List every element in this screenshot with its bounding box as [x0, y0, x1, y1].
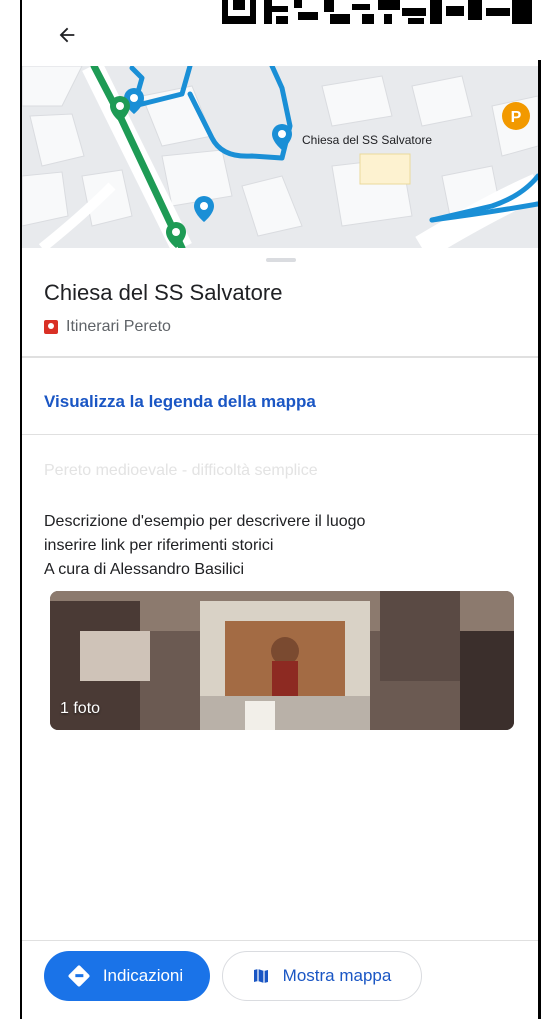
photo-thumbnail[interactable]: 1 foto	[50, 591, 514, 730]
map-source-label: Itinerari Pereto	[66, 318, 171, 335]
back-button[interactable]	[50, 18, 84, 52]
directions-label: Indicazioni	[102, 966, 184, 985]
divider	[22, 434, 538, 435]
directions-icon	[67, 964, 91, 988]
place-description: Descrizione d'esempio per descrivere il …	[44, 510, 365, 582]
frame-border-right	[538, 60, 541, 1019]
bottom-action-bar: Indicazioni Mostra mappa	[22, 940, 538, 1020]
map-icon	[253, 969, 268, 983]
place-details-sheet: Chiesa del SS Salvatore Itinerari Pereto…	[22, 248, 538, 948]
qr-code-overlay	[212, 0, 543, 48]
drag-handle[interactable]	[266, 258, 296, 262]
directions-button[interactable]: Indicazioni	[44, 951, 210, 1001]
divider	[22, 356, 538, 358]
parking-icon: P	[511, 109, 522, 126]
description-line: Descrizione d'esempio per descrivere il …	[44, 513, 366, 530]
show-map-label: Mostra mappa	[282, 966, 392, 985]
place-title: Chiesa del SS Salvatore	[44, 280, 283, 305]
map-place-label: Chiesa del SS Salvatore	[302, 133, 432, 147]
layer-name: Pereto medioevale - difficoltà semplice	[44, 462, 318, 479]
map-view[interactable]: P Chiesa del SS Salvatore	[22, 66, 538, 248]
show-map-button[interactable]: Mostra mappa	[222, 951, 422, 1001]
map-source: Itinerari Pereto	[44, 318, 171, 336]
description-line: A cura di Alessandro Basilici	[44, 561, 245, 578]
description-line: inserire link per riferimenti storici	[44, 537, 274, 554]
map-pin-icon	[44, 320, 58, 334]
photo-count-label: 1 foto	[60, 700, 101, 717]
map-legend-link[interactable]: Visualizza la legenda della mappa	[44, 392, 316, 412]
arrow-back-icon	[59, 27, 75, 43]
